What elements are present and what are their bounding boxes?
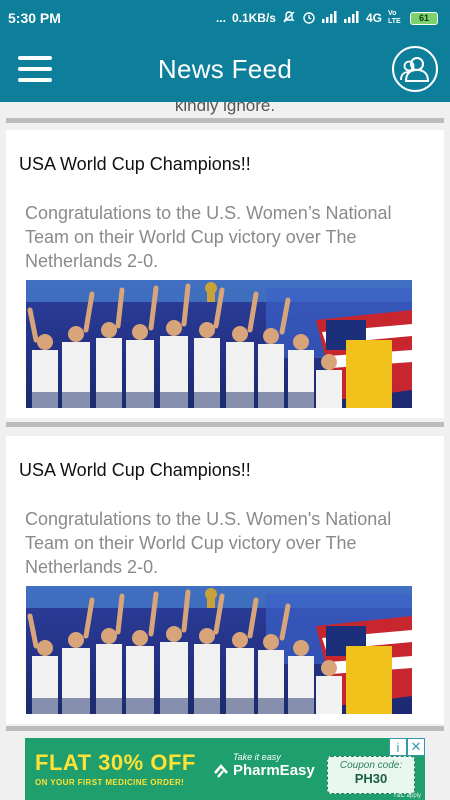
- ad-coupon-label: Coupon code:: [339, 760, 403, 771]
- status-icons: ... 0.1KB/s 4G Vo LTE 61: [216, 10, 438, 26]
- ad-controls: i ✕: [389, 738, 425, 756]
- signal-icon-2: [343, 11, 360, 25]
- ad-coupon: Coupon code: PH30: [327, 756, 415, 794]
- card-divider: [6, 726, 444, 731]
- ad-tagline: Take it easy: [233, 752, 281, 762]
- card-divider: [6, 422, 444, 427]
- news-card-title: USA World Cup Champions!!: [19, 154, 251, 174]
- news-card-description: Congratulations to the U.S. Women's Nati…: [25, 509, 392, 577]
- ad-brand-name: PharmEasy: [233, 762, 315, 779]
- close-icon[interactable]: ✕: [407, 738, 425, 756]
- ad-offer: FLAT 30% OFF ON YOUR FIRST MEDICINE ORDE…: [35, 750, 196, 787]
- news-card-title: USA World Cup Champions!!: [19, 460, 251, 480]
- news-card-image[interactable]: [26, 586, 412, 714]
- status-time: 5:30 PM: [8, 10, 61, 26]
- ad-coupon-code: PH30: [354, 771, 388, 786]
- signal-icon: [321, 11, 338, 25]
- status-dots: ...: [215, 11, 226, 25]
- news-card-image[interactable]: [26, 280, 412, 408]
- battery-level: 61: [418, 13, 429, 23]
- battery-icon: 61: [410, 11, 438, 25]
- hamburger-menu-icon[interactable]: [18, 56, 52, 82]
- ad-footnote: T&C apply: [392, 793, 421, 799]
- ad-headline: FLAT 30% OFF: [35, 750, 196, 775]
- status-bar: 5:30 PM ... 0.1KB/s 4G Vo LTE 61: [0, 0, 450, 36]
- info-icon[interactable]: i: [389, 738, 407, 756]
- page-title: News Feed: [157, 53, 293, 84]
- ad-brand-block: Take it easy PharmEasy: [213, 752, 315, 779]
- alarm-icon: [302, 10, 316, 26]
- mute-icon: [282, 10, 296, 26]
- pharmeasy-logo-icon: [214, 763, 228, 778]
- volte-label: Vo LTE: [388, 10, 401, 25]
- app-bar: News Feed: [0, 36, 450, 102]
- users-icon[interactable]: [392, 46, 438, 92]
- network-type: 4G: [365, 11, 382, 25]
- ad-subline: ON YOUR FIRST MEDICINE ORDER!: [35, 778, 185, 787]
- card-divider: [6, 118, 444, 123]
- network-speed: 0.1KB/s: [231, 11, 276, 25]
- ad-brand: PharmEasy: [213, 762, 315, 779]
- partial-post-text: kindly ignore.: [174, 102, 276, 115]
- ad-banner[interactable]: FLAT 30% OFF ON YOUR FIRST MEDICINE ORDE…: [25, 738, 425, 800]
- news-feed[interactable]: kindly ignore. USA World Cup Champions!!…: [0, 102, 450, 736]
- news-card-description: Congratulations to the U.S. Women’s Nati…: [25, 203, 392, 271]
